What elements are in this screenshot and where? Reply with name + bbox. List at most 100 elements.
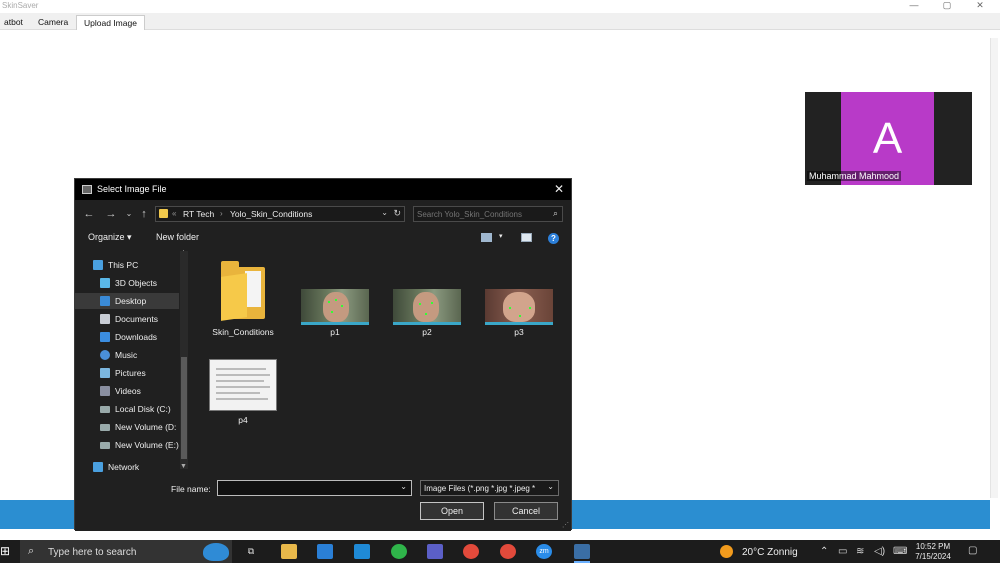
keyboard-icon[interactable]: ⌨ bbox=[893, 546, 907, 557]
file-name-field[interactable]: ⌄ bbox=[217, 480, 412, 496]
sidebar-item-local-disk[interactable]: Local Disk (C:) bbox=[75, 401, 179, 417]
vscode-icon[interactable] bbox=[354, 544, 370, 559]
battery-icon[interactable]: ▭ bbox=[838, 546, 847, 557]
notification-icon[interactable]: ▢ bbox=[968, 545, 977, 556]
video-call-tile: A Muhammad Mahmood bbox=[805, 92, 972, 185]
app-title: SkinSaver bbox=[2, 1, 39, 10]
file-item-document[interactable]: p4 bbox=[207, 351, 279, 431]
cancel-button[interactable]: Cancel bbox=[494, 502, 558, 520]
sidebar-item-label: New Volume (E:) bbox=[115, 440, 179, 450]
drive-icon bbox=[100, 442, 110, 449]
content-scrollbar[interactable] bbox=[990, 38, 998, 498]
file-type-value: Image Files (*.png *.jpg *.jpeg * bbox=[424, 484, 536, 493]
tab-bar: atbot Camera Upload Image bbox=[0, 13, 1000, 30]
address-bar[interactable]: « RT Tech › Yolo_Skin_Conditions ⌄ ↻ bbox=[155, 206, 405, 222]
view-dropdown-icon[interactable]: ▾ bbox=[499, 232, 503, 240]
sidebar-item-new-volume-d[interactable]: New Volume (D: bbox=[75, 419, 179, 435]
weather-text[interactable]: 20°C Zonnig bbox=[742, 547, 798, 558]
teams-icon[interactable] bbox=[427, 544, 443, 559]
close-icon[interactable]: ✕ bbox=[970, 0, 990, 11]
search-highlight-icon bbox=[203, 543, 229, 561]
file-item-image[interactable]: p1 bbox=[299, 261, 371, 341]
volume-icon[interactable]: ◁) bbox=[874, 546, 885, 557]
sidebar-item-desktop[interactable]: Desktop bbox=[75, 293, 179, 309]
sidebar-item-new-volume-e[interactable]: New Volume (E:) bbox=[75, 437, 179, 453]
maximize-icon[interactable]: ▢ bbox=[937, 0, 957, 11]
file-name-input[interactable] bbox=[221, 482, 391, 494]
file-item-folder[interactable]: Skin_Conditions bbox=[207, 261, 279, 341]
folder-icon bbox=[159, 209, 168, 218]
file-name: p1 bbox=[330, 327, 340, 337]
taskbar-search-placeholder: Type here to search bbox=[48, 547, 137, 558]
refresh-icon[interactable]: ↻ bbox=[393, 208, 401, 219]
music-icon bbox=[100, 350, 110, 360]
tab-upload-image[interactable]: Upload Image bbox=[76, 15, 145, 30]
taskbar-clock[interactable]: 10:52 PM 7/15/2024 bbox=[910, 542, 956, 562]
tab-chatbot[interactable]: atbot bbox=[0, 15, 30, 30]
taskbar-search[interactable]: ⌕ Type here to search bbox=[20, 540, 232, 563]
search-icon: ⌕ bbox=[28, 545, 35, 557]
sidebar-item-network[interactable]: Network bbox=[75, 459, 179, 475]
view-options-icon[interactable] bbox=[481, 233, 492, 242]
sidebar-item-label: This PC bbox=[108, 260, 139, 270]
zoom-icon[interactable]: zm bbox=[536, 544, 552, 559]
windows-start-icon[interactable]: ⊞ bbox=[0, 544, 14, 558]
desktop-icon bbox=[100, 296, 110, 306]
file-type-select[interactable]: Image Files (*.png *.jpg *.jpeg * ⌄ bbox=[420, 480, 559, 496]
document-icon bbox=[100, 314, 110, 324]
overflow-chevron[interactable]: « bbox=[172, 209, 176, 218]
sidebar-item-label: Downloads bbox=[115, 332, 158, 342]
new-folder-button[interactable]: New folder bbox=[156, 232, 199, 242]
tab-camera[interactable]: Camera bbox=[31, 15, 75, 30]
sidebar-item-music[interactable]: Music bbox=[75, 347, 179, 363]
chevron-down-icon[interactable]: ⌄ bbox=[400, 482, 407, 491]
chevron-right-icon: › bbox=[220, 209, 223, 218]
scrollbar-thumb[interactable] bbox=[181, 357, 187, 459]
whatsapp-icon[interactable] bbox=[391, 544, 407, 559]
sidebar-item-downloads[interactable]: Downloads bbox=[75, 329, 179, 345]
help-icon[interactable]: ? bbox=[548, 233, 559, 244]
minimize-icon[interactable]: — bbox=[904, 0, 924, 10]
preview-pane-icon[interactable] bbox=[521, 233, 532, 242]
up-arrow-icon[interactable]: ↑ bbox=[137, 207, 151, 221]
weather-sun-icon[interactable] bbox=[720, 545, 733, 558]
recent-locations-icon[interactable]: ⌄ bbox=[122, 207, 136, 221]
close-icon[interactable]: ✕ bbox=[551, 182, 567, 197]
pc-icon bbox=[93, 260, 103, 270]
sidebar-item-documents[interactable]: Documents bbox=[75, 311, 179, 327]
file-dialog: Select Image File ✕ ← → ⌄ ↑ « RT Tech › … bbox=[74, 178, 572, 531]
file-list: Skin_Conditions p1 p2 p3 p4 bbox=[195, 251, 571, 471]
chevron-down-icon[interactable]: ⌄ bbox=[381, 208, 388, 217]
file-item-image[interactable]: p3 bbox=[483, 261, 555, 341]
forward-arrow-icon[interactable]: → bbox=[104, 207, 118, 221]
file-name: p3 bbox=[514, 327, 524, 337]
wifi-icon[interactable]: ≋ bbox=[856, 546, 864, 557]
open-button[interactable]: Open bbox=[420, 502, 484, 520]
search-input[interactable] bbox=[417, 208, 545, 220]
search-box[interactable]: ⌕ bbox=[413, 206, 563, 222]
scroll-down-icon[interactable]: ▼ bbox=[180, 463, 187, 470]
clock-date: 7/15/2024 bbox=[915, 552, 951, 561]
sidebar-item-label: Network bbox=[108, 462, 140, 472]
navigation-bar: ← → ⌄ ↑ « RT Tech › Yolo_Skin_Conditions… bbox=[75, 201, 571, 227]
chrome-icon[interactable] bbox=[500, 544, 516, 559]
mail-icon[interactable] bbox=[317, 544, 333, 559]
task-view-icon[interactable]: ⧉ bbox=[243, 544, 259, 559]
breadcrumb-yolo[interactable]: Yolo_Skin_Conditions bbox=[230, 209, 312, 219]
chrome-icon[interactable] bbox=[463, 544, 479, 559]
python-icon[interactable] bbox=[574, 544, 590, 559]
file-item-image[interactable]: p2 bbox=[391, 261, 463, 341]
sidebar-item-this-pc[interactable]: This PC bbox=[75, 257, 179, 273]
file-explorer-icon[interactable] bbox=[281, 544, 297, 559]
sidebar-item-pictures[interactable]: Pictures bbox=[75, 365, 179, 381]
chevron-up-icon[interactable]: ⌃ bbox=[820, 546, 828, 557]
sidebar-item-3d-objects[interactable]: 3D Objects bbox=[75, 275, 179, 291]
back-arrow-icon[interactable]: ← bbox=[82, 207, 96, 221]
breadcrumb-rt-tech[interactable]: RT Tech bbox=[183, 209, 214, 219]
chevron-down-icon[interactable]: ⌄ bbox=[547, 482, 554, 491]
sidebar-item-videos[interactable]: Videos bbox=[75, 383, 179, 399]
image-thumbnail bbox=[301, 289, 369, 325]
organize-button[interactable]: Organize ▾ bbox=[88, 232, 132, 243]
clock-time: 10:52 PM bbox=[915, 542, 951, 551]
resize-grip-icon[interactable]: ⋰ bbox=[562, 521, 569, 529]
